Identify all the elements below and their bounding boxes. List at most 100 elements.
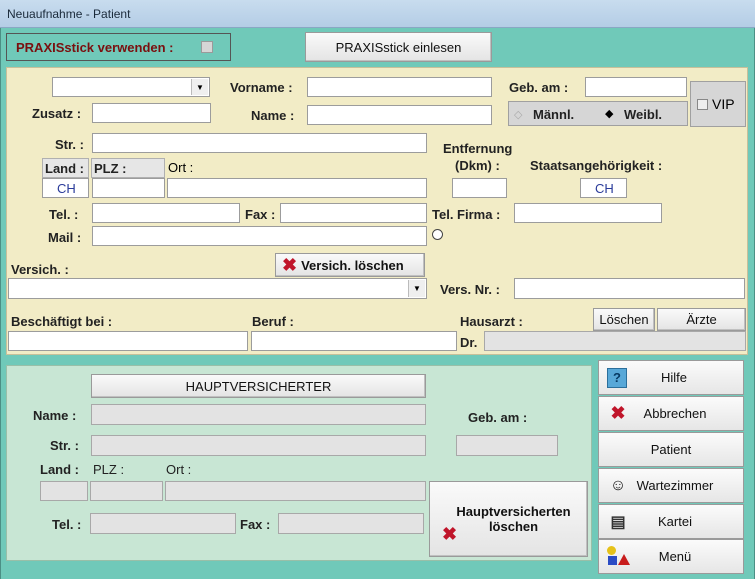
male-radio-icon[interactable]: ◇ <box>514 108 522 121</box>
zusatz-label: Zusatz : <box>32 106 82 121</box>
hausarzt-input[interactable] <box>484 331 746 351</box>
cancel-icon: ✖ <box>610 403 626 423</box>
menu-label: Menü <box>658 549 692 564</box>
ort-label: Ort : <box>168 160 194 175</box>
land-value: CH <box>57 181 76 196</box>
chevron-down-icon[interactable]: ▼ <box>408 280 425 297</box>
abbrechen-button[interactable]: ✖ Abbrechen <box>598 396 744 431</box>
dr-label: Dr. <box>460 335 478 350</box>
versich-delete-label: Versich. löschen <box>301 257 404 273</box>
aerzte-button[interactable]: Ärzte <box>657 308 746 331</box>
vorname-label: Vorname : <box>230 80 293 95</box>
mi-str-input[interactable] <box>91 435 426 456</box>
street-input[interactable] <box>92 133 427 153</box>
beruf-label: Beruf : <box>252 314 294 329</box>
mail-label: Mail : <box>48 230 82 245</box>
chevron-down-icon[interactable]: ▼ <box>191 79 208 95</box>
menu-shapes-icon <box>607 545 630 568</box>
beruf-input[interactable] <box>251 331 457 351</box>
help-icon: ? <box>607 367 627 388</box>
distance-input[interactable] <box>452 178 507 198</box>
title-dropdown[interactable]: ▼ <box>52 77 210 97</box>
gender-group: ◇ Männl. ◆ Weibl. <box>508 101 688 126</box>
geb-label: Geb. am : <box>509 80 569 95</box>
mi-plz-input[interactable] <box>90 481 163 501</box>
female-radio-icon[interactable]: ◆ <box>605 107 613 120</box>
mi-name-input[interactable] <box>91 404 426 425</box>
versich-delete-button[interactable]: ✖ Versich. löschen <box>275 253 425 277</box>
menu-button[interactable]: Menü <box>598 539 744 574</box>
name-input[interactable] <box>307 105 492 125</box>
employer-input[interactable] <box>8 331 248 351</box>
tel-label: Tel. : <box>49 207 79 222</box>
land-label: Land : <box>45 161 84 176</box>
tel-firma-input[interactable] <box>514 203 662 223</box>
mi-fax-input[interactable] <box>278 513 424 534</box>
mi-delete-line1: Hauptversicherten <box>456 504 571 519</box>
delete-icon: ✖ <box>282 255 298 275</box>
mi-land-input[interactable] <box>40 481 88 501</box>
fax-input[interactable] <box>280 203 427 223</box>
distance-label-2: (Dkm) : <box>455 158 500 173</box>
tel-input[interactable] <box>92 203 240 223</box>
nationality-label: Staatsangehörigkeit : <box>530 158 663 173</box>
employer-label: Beschäftigt bei : <box>11 314 113 329</box>
hausarzt-delete-button[interactable]: Löschen <box>593 308 655 331</box>
land-input[interactable]: CH <box>42 178 89 198</box>
mi-ort-label: Ort : <box>166 462 192 477</box>
delete-icon: ✖ <box>442 524 458 544</box>
ort-input[interactable] <box>167 178 427 198</box>
waiting-room-icon: ☺ <box>609 476 627 494</box>
mi-delete-line2: löschen <box>488 519 539 534</box>
patient-button[interactable]: Patient <box>598 432 744 467</box>
card-file-icon: ▤ <box>610 513 626 531</box>
land-header: Land : <box>42 158 89 178</box>
praxis-read-button[interactable]: PRAXISstick einlesen <box>305 32 492 62</box>
vip-checkbox[interactable] <box>697 99 708 110</box>
vip-toggle[interactable]: VIP <box>690 81 746 127</box>
main-insured-header: HAUPTVERSICHERTER <box>91 374 426 398</box>
plz-label: PLZ : <box>94 161 127 176</box>
mi-tel-input[interactable] <box>90 513 236 534</box>
mi-name-label: Name : <box>33 408 77 423</box>
patient-label: Patient <box>650 442 692 457</box>
wartezimmer-button[interactable]: ☺ Wartezimmer <box>598 468 744 503</box>
main-insured-delete-button[interactable]: Hauptversicherten löschen ✖ <box>429 481 588 557</box>
female-label[interactable]: Weibl. <box>624 107 662 122</box>
distance-label-1: Entfernung <box>443 141 513 156</box>
mi-ort-input[interactable] <box>165 481 426 501</box>
window-title: Neuaufnahme - Patient <box>7 7 131 21</box>
mail-input[interactable] <box>92 226 427 246</box>
wartezimmer-label: Wartezimmer <box>636 478 714 493</box>
versich-label: Versich. : <box>11 262 69 277</box>
name-label: Name : <box>251 108 295 123</box>
mi-land-label: Land : <box>40 462 79 477</box>
mi-tel-label: Tel. : <box>52 517 82 532</box>
mi-geb-input[interactable] <box>456 435 558 456</box>
abbrechen-label: Abbrechen <box>643 406 707 421</box>
nationality-value: CH <box>595 181 614 196</box>
male-label[interactable]: Männl. <box>533 107 574 122</box>
praxis-checkbox-label: PRAXISstick verwenden : <box>16 40 174 55</box>
hilfe-button[interactable]: ? Hilfe <box>598 360 744 395</box>
hilfe-label: Hilfe <box>660 370 687 385</box>
vers-nr-input[interactable] <box>514 278 745 299</box>
versich-dropdown[interactable]: ▼ <box>8 278 427 299</box>
plz-input[interactable] <box>92 178 165 198</box>
geb-input[interactable] <box>585 77 687 97</box>
fax-label: Fax : <box>245 207 276 222</box>
kartei-button[interactable]: ▤ Kartei <box>598 504 744 539</box>
zusatz-input[interactable] <box>92 103 211 123</box>
vorname-input[interactable] <box>307 77 492 97</box>
tel-firma-label: Tel. Firma : <box>432 207 501 222</box>
nationality-input[interactable]: CH <box>580 178 627 198</box>
mail-radio-icon[interactable] <box>432 229 443 240</box>
kartei-label: Kartei <box>658 514 692 529</box>
mi-plz-label: PLZ : <box>93 462 125 477</box>
hausarzt-label: Hausarzt : <box>460 314 523 329</box>
plz-header: PLZ : <box>91 158 165 178</box>
street-label: Str. : <box>55 137 84 152</box>
vers-nr-label: Vers. Nr. : <box>440 282 500 297</box>
mi-str-label: Str. : <box>50 438 79 453</box>
praxis-checkbox[interactable] <box>201 41 213 53</box>
